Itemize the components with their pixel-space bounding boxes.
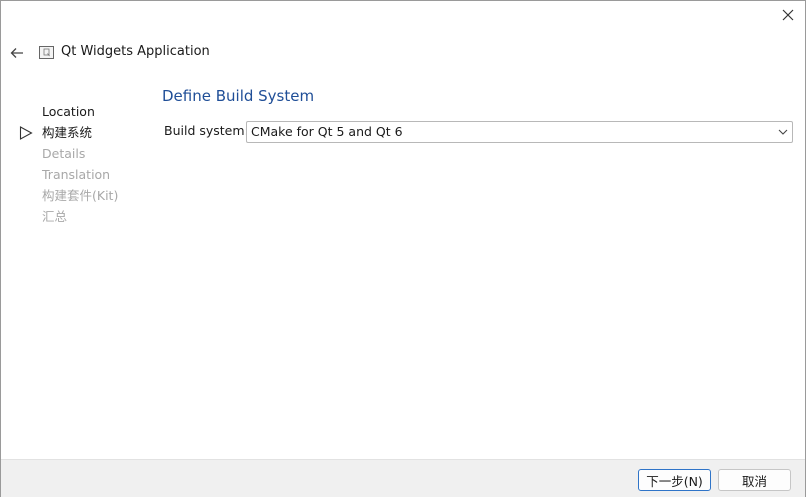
build-system-select[interactable]: CMake for Qt 5 and Qt 6 <box>246 121 793 143</box>
step-kits: 构建套件(Kit) <box>1 185 141 206</box>
step-label: 构建系统 <box>42 125 93 140</box>
page-title: Define Build System <box>162 87 315 105</box>
back-button[interactable] <box>7 43 27 63</box>
cancel-button[interactable]: 取消 <box>718 469 791 491</box>
next-button[interactable]: 下一步(N) <box>638 469 711 491</box>
close-icon <box>782 9 794 21</box>
qt-project-icon <box>39 46 54 59</box>
build-system-label: Build system: <box>164 123 249 138</box>
close-button[interactable] <box>771 1 805 29</box>
step-translation: Translation <box>1 164 141 185</box>
wizard-title: Qt Widgets Application <box>61 44 210 59</box>
wizard-steps-list: Location 构建系统 Details Translation 构建套件(K… <box>1 101 141 227</box>
step-location: Location <box>1 101 141 122</box>
step-label: 构建套件(Kit) <box>42 188 119 203</box>
step-details: Details <box>1 143 141 164</box>
step-label: 汇总 <box>42 209 68 224</box>
chevron-down-icon <box>778 129 788 135</box>
step-label: Location <box>42 104 95 119</box>
wizard-footer: 下一步(N) 取消 <box>1 459 805 497</box>
arrow-left-icon <box>10 48 23 58</box>
wizard-window: Qt Widgets Application Location 构建系统 Det… <box>0 0 806 497</box>
build-system-value: CMake for Qt 5 and Qt 6 <box>251 124 403 139</box>
step-summary: 汇总 <box>1 206 141 227</box>
step-label: Details <box>42 146 86 161</box>
step-label: Translation <box>42 167 111 182</box>
step-build-system: 构建系统 <box>1 122 141 143</box>
wizard-header: Qt Widgets Application <box>1 39 805 67</box>
current-step-arrow-icon <box>19 126 33 140</box>
